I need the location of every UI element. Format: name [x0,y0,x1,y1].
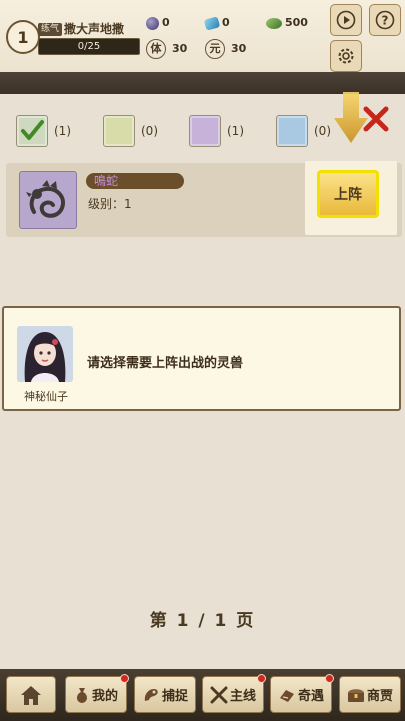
header-divider [0,72,405,94]
top-header: 1 练气 撒大声地撒 0/25 0 0 500 体 30 元 30 ? [0,0,405,72]
deploy-button[interactable]: 上阵 [317,170,379,218]
npc-portrait [17,326,73,382]
player-level-badge: 1 [6,20,40,54]
crossed-swords-icon [210,686,228,703]
help-button[interactable]: ? [369,4,401,36]
beast-name: 鳴蛇 [86,173,184,189]
npc-name: 神秘仙子 [24,390,68,403]
encounter-icon [279,689,294,702]
nav-mine-button[interactable]: 我的 [65,674,129,713]
svg-text:?: ? [382,14,389,28]
green-gem-icon [266,17,282,29]
checkmark-icon [21,120,44,140]
home-icon [21,685,41,705]
blue-gem-counter: 0 [203,15,230,31]
notification-dot [325,674,334,683]
player-name: 撒大声地撒 [64,22,125,36]
play-icon [336,10,356,30]
capture-icon [144,688,158,701]
purple-gem-counter: 0 [146,16,170,30]
filter-count-blue: (0) [314,124,331,138]
body-stat-icon: 体 [146,39,166,59]
nav-encounter-button[interactable]: 奇遇 [270,674,334,713]
purple-gem-icon [146,16,159,30]
chest-icon [347,688,364,702]
filter-swatch-purple[interactable] [189,115,221,147]
green-gem-counter: 500 [266,16,308,29]
fairy-portrait-icon [17,326,73,382]
close-icon[interactable] [363,106,389,132]
filter-count-yellow: (0) [141,124,158,138]
filter-yellow[interactable]: (0) [103,115,158,147]
exp-bar: 0/25 [38,38,140,55]
pager-prefix: 第 [149,611,169,631]
beast-level: 级别：1 [88,197,132,211]
serpent-icon [26,180,65,218]
help-icon: ? [375,10,395,30]
pager-current: 1 [176,611,191,631]
stat-spirit: 元 30 [205,39,246,59]
nav-mainline-button[interactable]: 主线 [202,674,266,713]
filter-swatch-green[interactable] [16,115,48,147]
filter-swatch-blue[interactable] [276,115,308,147]
notification-dot [120,674,129,683]
filter-blue[interactable]: (0) [276,115,331,147]
nav-home-button[interactable] [6,676,56,713]
settings-button[interactable] [330,40,362,72]
guide-dialog[interactable]: 神秘仙子 请选择需要上阵出战的灵兽 [2,306,401,411]
filter-count-green: (1) [54,124,71,138]
filter-swatch-yellow[interactable] [103,115,135,147]
beast-avatar [19,171,77,229]
gear-icon [338,48,354,64]
filter-count-purple: (1) [227,124,244,138]
realm-tag: 练气 [38,23,63,36]
beast-list-item[interactable]: 鳴蛇 级别：1 上阵 [6,161,402,237]
filter-green[interactable]: (1) [16,115,71,147]
nav-capture-button[interactable]: 捕捉 [134,676,196,713]
bottom-nav: 我的 捕捉 主线 奇遇 商贾 [0,669,405,721]
spirit-stat-icon: 元 [205,39,225,59]
pager-total: 1 [214,611,229,631]
pouch-icon [76,687,87,703]
pagination: 第 1 / 1 页 [0,606,405,631]
pager-separator: / [198,611,207,631]
notification-dot [257,674,266,683]
blue-gem-icon [203,15,221,31]
stat-body: 体 30 [146,39,187,59]
pager-suffix: 页 [236,611,256,631]
nav-shop-button[interactable]: 商贾 [339,676,401,713]
deploy-highlight: 上阵 [305,161,397,235]
dialog-message: 请选择需要上阵出战的灵兽 [87,356,244,371]
play-button[interactable] [330,4,362,36]
filter-purple[interactable]: (1) [189,115,244,147]
